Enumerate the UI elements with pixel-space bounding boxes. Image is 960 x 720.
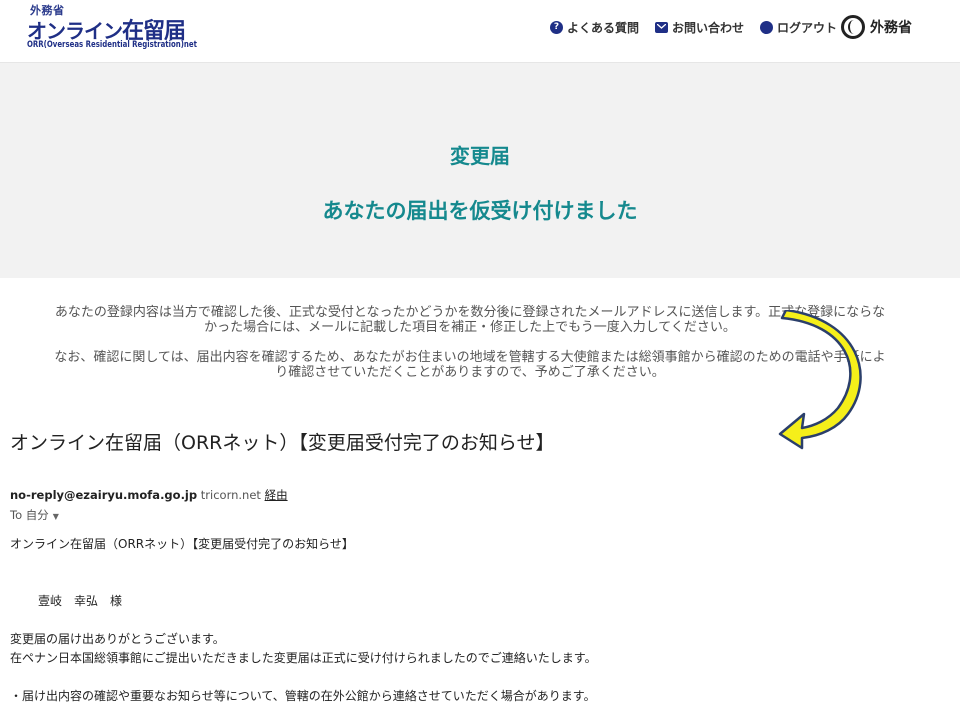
email-recipient-name: 壹岐 幸弘 様 (38, 594, 123, 608)
contact-label: お問い合わせ (671, 20, 744, 35)
sender-email: no-reply@ezairyu.mofa.go.jp (10, 488, 198, 502)
logout-label: ログアウト (776, 20, 837, 35)
site-header: 外務省 オンライン在留届 ORR(Overseas Residential Re… (0, 0, 960, 63)
email-subject: オンライン在留届（ORRネット）【変更届受付完了のお知らせ】 (10, 432, 555, 454)
mofa-brand-label: 外務省 (870, 20, 912, 36)
confirmation-banner: 変更届 あなたの届出を仮受け付けました (0, 63, 960, 278)
email-body-line: 在ペナン日本国総領事館にご提出いただきました変更届は正式に受け付けられましたので… (10, 651, 597, 665)
curved-arrow-icon (778, 310, 862, 450)
recipient-label: To 自分 (10, 508, 49, 522)
mofa-emblem-icon (841, 15, 865, 39)
email-body-line: ・届け出内容の確認や重要なお知らせ等について、管轄の在外公館から連絡させていただ… (10, 689, 596, 703)
faq-label: よくある質問 (566, 20, 639, 35)
question-circle-icon: ? (549, 20, 563, 34)
chevron-down-icon: ▼ (52, 512, 59, 521)
faq-link[interactable]: ? よくある質問 (549, 19, 639, 36)
logout-link[interactable]: ログアウト (759, 19, 837, 36)
email-body-line: 変更届の届け出ありがとうございます。 (10, 632, 225, 646)
mail-icon (654, 21, 668, 33)
contact-link[interactable]: お問い合わせ (654, 19, 744, 36)
banner-subtitle: あなたの届出を仮受け付けました (322, 199, 638, 223)
orr-logo[interactable]: 外務省 オンライン在留届 ORR(Overseas Residential Re… (27, 2, 197, 54)
email-body-line: オンライン在留届（ORRネット）【変更届受付完了のお知らせ】 (10, 537, 354, 551)
logout-dot-icon (759, 20, 773, 34)
mofa-brand[interactable]: 外務省 (837, 15, 912, 39)
header-nav: ? よくある質問 お問い合わせ ログアウト 外務省 (534, 15, 912, 39)
banner-title: 変更届 (450, 144, 510, 168)
recipient-toggle[interactable]: To 自分 ▼ (10, 507, 59, 523)
sender-via-link[interactable]: 経由 (265, 488, 288, 502)
sender-line: no-reply@ezairyu.mofa.go.jp tricorn.net … (10, 487, 288, 503)
logo-subtitle: ORR(Overseas Residential Registration)ne… (27, 40, 197, 50)
sender-via-domain: tricorn.net (200, 488, 261, 502)
